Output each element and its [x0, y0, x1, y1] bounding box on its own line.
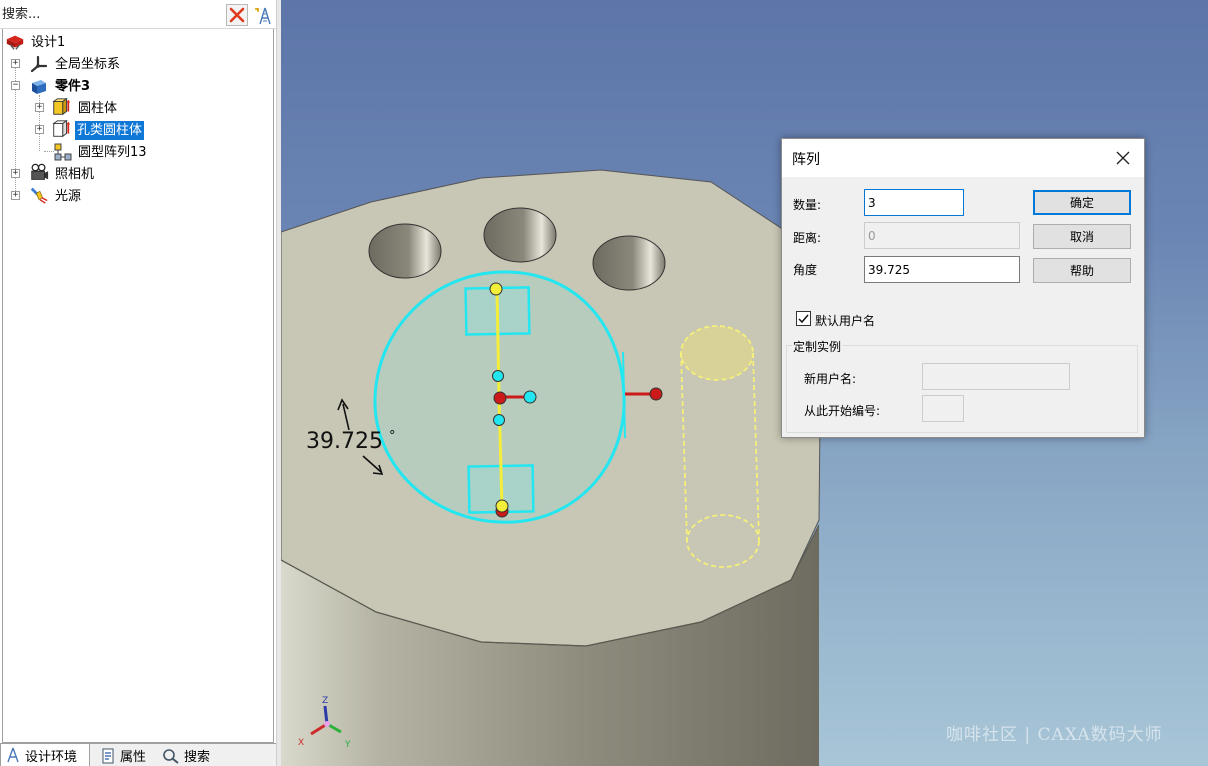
- axis-y-label: Y: [344, 740, 351, 750]
- dialog-title: 阵列: [792, 152, 820, 168]
- existing-hole: [483, 207, 557, 263]
- close-icon: [1116, 151, 1130, 165]
- axis-z-label: Z: [322, 696, 328, 706]
- expand-toggle[interactable]: +: [35, 125, 44, 134]
- axis-x-label: X: [298, 738, 304, 748]
- handle-point[interactable]: [649, 387, 663, 401]
- tree-node-global-coords[interactable]: + 全局坐标系: [3, 53, 273, 75]
- tab-properties[interactable]: 属性: [96, 744, 156, 766]
- design-env-icon: [7, 747, 19, 763]
- help-button[interactable]: 帮助: [1033, 258, 1131, 283]
- design-tree: 设计1 + 全局坐标系 − 零件3 + 圆柱体 + 孔类圆柱体 圆型阵列13 +…: [2, 29, 274, 743]
- expand-toggle[interactable]: +: [11, 169, 20, 178]
- panel-tab-bar: 设计环境 属性 搜索: [0, 743, 276, 766]
- distance-label: 距离:: [793, 231, 822, 245]
- tree-node-light[interactable]: + 光源: [3, 185, 273, 207]
- part-icon: [32, 80, 46, 94]
- new-name-field: [922, 363, 1070, 390]
- tab-label: 设计环境: [25, 749, 78, 765]
- existing-hole: [368, 223, 442, 279]
- angle-value-label: 39.725: [306, 429, 383, 454]
- dialog-close-button[interactable]: [1108, 147, 1138, 169]
- tree-node-part[interactable]: − 零件3: [3, 75, 273, 97]
- tree-node-pattern[interactable]: 圆型阵列13: [3, 141, 273, 163]
- tree-node-label: 圆型阵列13: [78, 145, 147, 160]
- default-name-label[interactable]: 默认用户名: [815, 312, 875, 329]
- expand-toggle[interactable]: +: [11, 59, 20, 68]
- filter-button[interactable]: [252, 4, 274, 26]
- default-name-checkbox[interactable]: [796, 311, 811, 326]
- tab-design-environment[interactable]: 设计环境: [0, 744, 90, 766]
- tree-node-label: 圆柱体: [78, 101, 118, 116]
- axes-icon: [30, 55, 48, 73]
- distance-field: [864, 222, 1020, 249]
- tree-node-hole-cylinder[interactable]: + 孔类圆柱体: [3, 119, 273, 141]
- watermark: 咖啡社区 | CAXA数码大师: [946, 725, 1163, 745]
- tree-node-cylinder[interactable]: + 圆柱体: [3, 97, 273, 119]
- custom-instance-group-title: 定制实例: [792, 338, 843, 355]
- expand-toggle[interactable]: +: [11, 191, 20, 200]
- tree-node-label: 零件3: [55, 79, 91, 94]
- design-tree-panel: 设计1 + 全局坐标系 − 零件3 +: [0, 0, 280, 766]
- light-icon: [30, 187, 48, 204]
- cancel-button[interactable]: 取消: [1033, 224, 1131, 249]
- tree-node-camera[interactable]: + 照相机: [3, 163, 273, 185]
- filter-icon: [255, 7, 271, 25]
- search-bar: [0, 0, 276, 29]
- expand-toggle[interactable]: +: [35, 103, 44, 112]
- collapse-toggle[interactable]: −: [11, 81, 20, 90]
- handle-point[interactable]: [493, 391, 507, 405]
- search-input[interactable]: [0, 3, 222, 25]
- tree-node-design[interactable]: 设计1: [3, 31, 273, 53]
- tree-node-label: 设计1: [31, 35, 66, 50]
- existing-hole: [592, 235, 666, 291]
- pattern-dialog: 阵列 数量: 距离: 角度 确定 取消 帮助 默认用户名 定制实例 新用户名: …: [781, 138, 1145, 438]
- cylinder-icon: [52, 97, 71, 116]
- tree-node-label: 光源: [55, 189, 82, 204]
- degree-symbol: °: [389, 429, 396, 444]
- dialog-titlebar[interactable]: 阵列: [782, 139, 1144, 177]
- handle-point[interactable]: [493, 414, 505, 426]
- angle-field[interactable]: [864, 256, 1020, 283]
- circular-pattern-icon: [54, 143, 72, 161]
- angle-label: 角度: [793, 263, 818, 277]
- count-field[interactable]: [864, 189, 964, 216]
- clear-search-button[interactable]: [226, 4, 248, 26]
- handle-point[interactable]: [489, 282, 503, 296]
- new-name-label: 新用户名:: [804, 372, 857, 386]
- tab-label: 属性: [120, 750, 147, 765]
- close-x-icon: [229, 7, 245, 23]
- handle-point[interactable]: [495, 499, 509, 513]
- design-icon: [6, 35, 24, 50]
- count-label: 数量:: [793, 198, 822, 212]
- tree-node-label: 照相机: [55, 167, 95, 182]
- tree-node-label: 全局坐标系: [55, 57, 121, 72]
- properties-icon: [102, 748, 114, 763]
- handle-point[interactable]: [523, 390, 537, 404]
- axis-triad: Z X Y: [298, 696, 351, 750]
- checkmark-icon: [798, 314, 809, 324]
- tab-label: 搜索: [184, 750, 211, 765]
- tab-search[interactable]: 搜索: [158, 744, 228, 766]
- hole-cylinder-icon: [52, 119, 71, 138]
- ok-button[interactable]: 确定: [1033, 190, 1131, 215]
- camera-icon: [31, 163, 49, 180]
- handle-point[interactable]: [492, 370, 504, 382]
- tree-node-label: 孔类圆柱体: [75, 121, 145, 140]
- start-number-field: [922, 395, 964, 422]
- start-number-label: 从此开始编号:: [804, 404, 881, 418]
- search-icon: [163, 748, 179, 764]
